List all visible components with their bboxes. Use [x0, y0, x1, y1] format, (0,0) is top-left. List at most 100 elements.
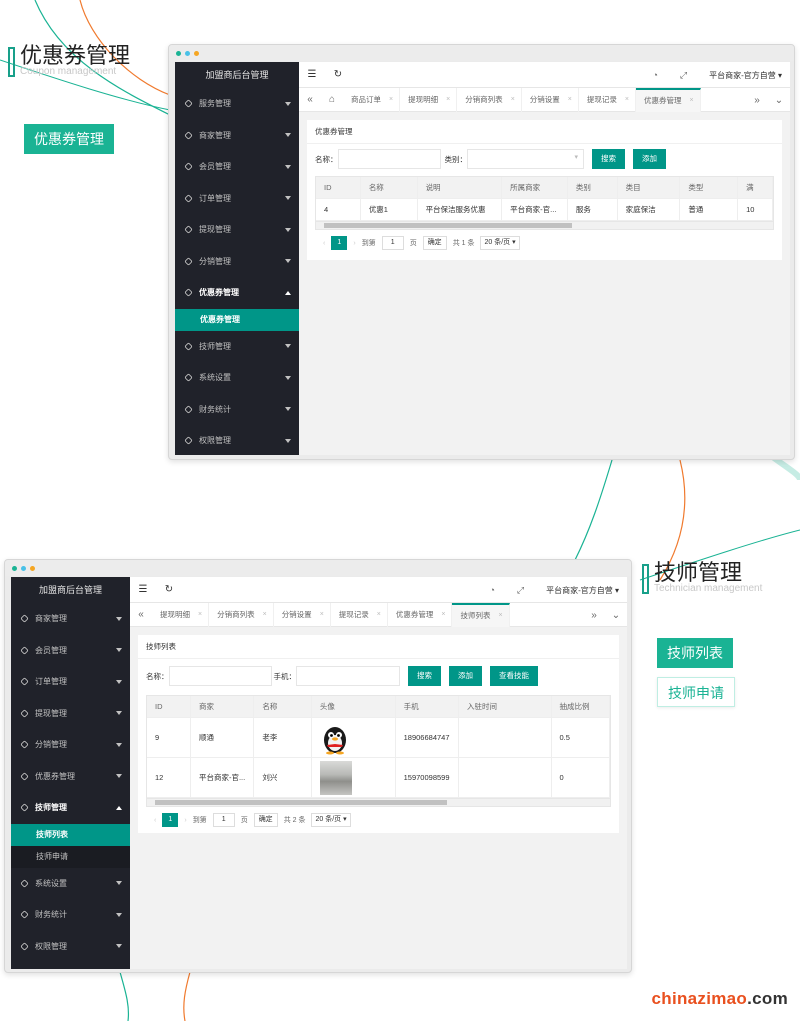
type-select[interactable]: ▾ [467, 149, 584, 169]
table-row[interactable]: 9 顺通 老李 18906684747 0.5 [147, 718, 610, 758]
close-icon[interactable]: × [377, 603, 381, 627]
coupon-pill[interactable]: 优惠券管理 [24, 124, 114, 154]
fullscreen-icon[interactable]: ⤢ [680, 70, 687, 81]
page-size-value: 20 条/页 [484, 239, 511, 246]
tab-item[interactable]: 分销设置 × [274, 602, 331, 627]
sidebar-item[interactable]: 技师管理 [11, 792, 130, 824]
sidebar-subitem[interactable]: 技师列表 [11, 823, 130, 846]
tab-item[interactable]: 优惠券管理 × [388, 602, 453, 627]
close-icon[interactable]: × [263, 603, 267, 627]
sidebar-item[interactable]: 商家管理 [175, 120, 299, 152]
tab-label: 优惠券管理 [643, 95, 682, 105]
pager-prev-icon[interactable]: ‹ [323, 240, 325, 247]
user-menu[interactable]: 平台商家-官方自营 ▾ [546, 585, 619, 596]
close-icon[interactable]: × [511, 88, 515, 112]
close-icon[interactable]: × [441, 603, 445, 627]
tab-item[interactable]: 提现记录 × [331, 602, 388, 627]
page-size-select[interactable]: 20 条/页 ▾ [480, 236, 520, 250]
theme-icon[interactable]: ◔ [652, 70, 657, 80]
name-input[interactable] [168, 666, 272, 686]
sidebar-item[interactable]: 系统设置 [11, 868, 130, 900]
sidebar-item[interactable]: 权限管理 [11, 931, 130, 963]
user-menu[interactable]: 平台商家-官方自营 ▾ [709, 70, 782, 81]
sidebar-item[interactable]: 分销管理 [11, 729, 130, 761]
window-dot-icon [30, 565, 35, 571]
pager-next-icon[interactable]: › [184, 817, 186, 824]
sidebar-item[interactable]: 订单管理 [11, 666, 130, 698]
technician-list-pill[interactable]: 技师列表 [657, 638, 733, 668]
close-icon[interactable]: × [198, 603, 202, 627]
sidebar-item[interactable]: 系统设置 [175, 362, 299, 394]
sidebar-item[interactable]: 分销管理 [175, 246, 299, 278]
menu-cube-icon [184, 194, 193, 203]
tab-item[interactable]: 优惠券管理 × [635, 87, 701, 112]
technician-apply-pill[interactable]: 技师申请 [657, 677, 735, 707]
table-row[interactable]: 12 平台商家-官... 刘兴 15970098599 0 [147, 758, 610, 798]
sidebar-item[interactable]: 技师管理 [175, 331, 299, 363]
tab-item[interactable]: 技师列表 × [452, 602, 510, 627]
tabs-prev-icon[interactable]: « [130, 609, 152, 620]
add-button[interactable]: 添加 [449, 666, 482, 686]
confirm-button[interactable]: 确定 [422, 236, 447, 250]
tab-item[interactable]: 提现记录 × [579, 87, 636, 112]
sidebar-item[interactable]: 服务管理 [175, 88, 299, 120]
pager-next-icon[interactable]: › [353, 240, 355, 247]
page-input[interactable]: 1 [212, 813, 235, 827]
tab-item[interactable]: 分销商列表 × [209, 602, 274, 627]
page-current[interactable]: 1 [162, 813, 179, 827]
tab-item[interactable]: 提现明细 × [152, 602, 210, 627]
sidebar-item[interactable]: 会员管理 [11, 635, 130, 667]
tab-item[interactable]: 提现明细 × [400, 87, 458, 112]
page-size-select[interactable]: 20 条/页 ▾ [311, 813, 351, 827]
close-icon[interactable]: × [389, 88, 393, 112]
name-input[interactable] [337, 149, 441, 169]
table-row[interactable]: 4 优惠1 平台保洁服务优惠 平台商家-官... 服务 家庭保洁 普通 10 [316, 199, 773, 221]
horizontal-scrollbar[interactable] [316, 221, 773, 229]
sidebar-item[interactable]: 财务统计 [11, 899, 130, 931]
sidebar-item[interactable]: 会员管理 [175, 151, 299, 183]
refresh-icon[interactable]: ↻ [325, 69, 351, 80]
tab-item[interactable]: 分销商列表 × [457, 87, 522, 112]
close-icon[interactable]: × [498, 606, 502, 626]
tabs-prev-icon[interactable]: « [299, 94, 321, 105]
tabs-next-icon[interactable]: » [746, 95, 768, 106]
sidebar-item[interactable]: 订单管理 [175, 183, 299, 215]
sidebar-subitem[interactable]: 技师申请 [11, 845, 130, 868]
close-icon[interactable]: × [446, 88, 450, 112]
tabs-menu-chevron-icon[interactable]: ⌄ [605, 610, 627, 621]
close-icon[interactable]: × [689, 91, 693, 111]
sidebar-item[interactable]: 权限管理 [175, 425, 299, 455]
view-skills-button[interactable]: 查看技能 [490, 666, 538, 686]
table-cell: 老李 [254, 718, 312, 757]
close-icon[interactable]: × [320, 603, 324, 627]
sidebar-item[interactable]: 优惠券管理 [11, 761, 130, 793]
close-icon[interactable]: × [625, 88, 629, 112]
sidebar-item[interactable]: 提现管理 [175, 214, 299, 246]
sidebar-item[interactable]: 提现管理 [11, 698, 130, 730]
tab-item[interactable]: 分销设置 × [522, 87, 579, 112]
tabs-menu-chevron-icon[interactable]: ⌄ [768, 95, 790, 106]
close-icon[interactable]: × [568, 88, 572, 112]
tabs-next-icon[interactable]: » [583, 610, 605, 621]
sidebar-item[interactable]: 优惠券管理 [175, 277, 299, 309]
phone-input[interactable] [296, 666, 400, 686]
search-button[interactable]: 搜索 [408, 666, 441, 686]
menu-fold-icon[interactable]: ☰ [299, 69, 325, 80]
sidebar-subitem[interactable]: 优惠券管理 [175, 308, 299, 331]
sidebar-item[interactable]: 财务统计 [175, 394, 299, 426]
tab-item[interactable]: 商品订单 × [343, 87, 401, 112]
confirm-button[interactable]: 确定 [253, 813, 278, 827]
fullscreen-icon[interactable]: ⤢ [517, 585, 524, 596]
horizontal-scrollbar[interactable] [147, 798, 610, 806]
tab-label: 技师列表 [460, 610, 491, 620]
add-button[interactable]: 添加 [633, 149, 666, 169]
page-current[interactable]: 1 [331, 236, 348, 250]
theme-icon[interactable]: ◔ [489, 585, 494, 595]
sidebar-item[interactable]: 商家管理 [11, 603, 130, 635]
refresh-icon[interactable]: ↻ [156, 584, 182, 595]
menu-fold-icon[interactable]: ☰ [130, 584, 156, 595]
search-button[interactable]: 搜索 [592, 149, 625, 169]
home-icon[interactable]: ⌂ [321, 94, 343, 105]
pager-prev-icon[interactable]: ‹ [154, 817, 156, 824]
page-input[interactable]: 1 [381, 236, 404, 250]
